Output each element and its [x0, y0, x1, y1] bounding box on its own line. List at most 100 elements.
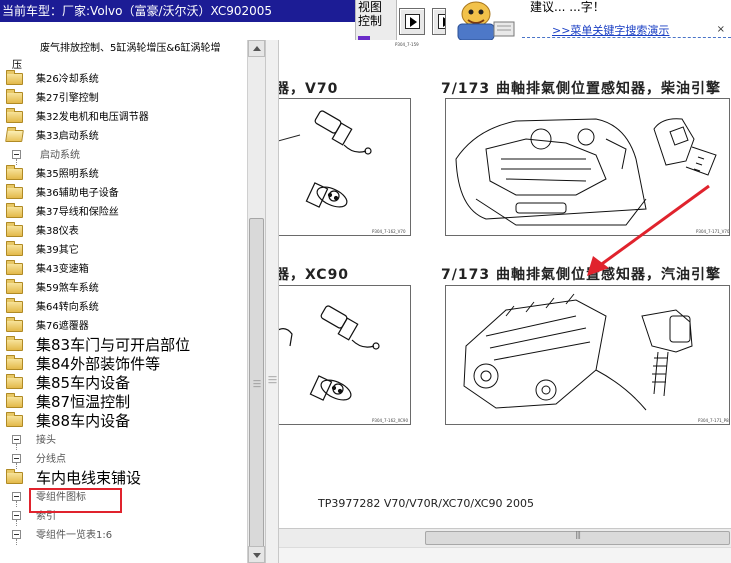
tree-item[interactable]: 集59煞车系统	[0, 279, 247, 298]
tree-item[interactable]: 集33启动系统	[0, 127, 247, 146]
figure-caption: P304_7-171_P8	[698, 418, 729, 423]
tree-item-label: 集84外部装饰件等	[36, 355, 161, 373]
section-heading: 7/173 曲軸排氣側位置感知器，柴油引擎	[441, 81, 721, 97]
last-page-button[interactable]	[432, 8, 446, 35]
tree-item[interactable]: 集37导线和保险丝	[0, 203, 247, 222]
tree-item-label: 集35照明系统	[36, 169, 99, 180]
next-page-icon	[405, 14, 420, 29]
tree-item[interactable]: 集85车内设备	[0, 374, 247, 393]
top-bar: 当前车型：厂家:Volvo（富豪/沃尔沃）XC902005 视图 控制 建议..…	[0, 0, 731, 40]
tree-item[interactable]: 集64转向系统	[0, 298, 247, 317]
tree-item[interactable]: 集39其它	[0, 241, 247, 260]
scroll-thumb[interactable]: — — —	[249, 218, 264, 548]
folder-icon	[6, 222, 23, 237]
section-heading: 器，XC90	[279, 267, 350, 283]
tree-item-label: 集83车门与可开启部位	[36, 336, 191, 354]
scroll-down-button[interactable]	[248, 546, 265, 563]
tree-item[interactable]: 集32发电机和电压调节器	[0, 108, 247, 127]
tree-item[interactable]: 集43变速箱	[0, 260, 247, 279]
tree-item-label: 集43变速箱	[36, 264, 89, 275]
tree-item[interactable]: 集83车门与可开启部位	[0, 336, 247, 355]
tree-item[interactable]: 集27引擎控制	[0, 89, 247, 108]
tree-item-label: 集27引擎控制	[36, 93, 99, 104]
section-heading: 器，V70	[279, 81, 339, 97]
folder-open-icon	[5, 130, 24, 142]
tree-item-label: 集36辅助电子设备	[36, 188, 119, 199]
tree-item-label: 集87恒温控制	[36, 393, 131, 411]
folder-icon	[6, 374, 23, 389]
figure-caption: P304_7-162_XC90	[372, 418, 409, 423]
tree-item-label: 废气排放控制、5缸涡轮增压&6缸涡轮增	[40, 43, 221, 54]
tree-item[interactable]: 分线点	[0, 450, 247, 469]
tree-item-label: 集26冷却系统	[36, 74, 99, 85]
tree-item-label: 分线点	[36, 454, 66, 465]
status-strip	[279, 547, 731, 563]
tree-node-icon[interactable]	[12, 492, 21, 501]
folder-icon	[6, 89, 23, 104]
scroll-up-button[interactable]	[248, 40, 265, 57]
tree-item-label: 集33启动系统	[36, 131, 99, 142]
tree-item-label: 车内电线束铺设	[36, 469, 142, 487]
tree-node-icon[interactable]	[12, 454, 21, 463]
folder-icon	[6, 336, 23, 351]
tree-item[interactable]: 集36辅助电子设备	[0, 184, 247, 203]
sensor-figure-v70: P304_7-162_V70	[279, 98, 411, 236]
tree-item-label-wrap: 压	[12, 60, 22, 71]
tree-item[interactable]: 集88车内设备	[0, 412, 247, 431]
tree-node-icon[interactable]	[12, 150, 21, 159]
tree-item-emission-control[interactable]: 废气排放控制、5缸涡轮增压&6缸涡轮增 压	[0, 40, 247, 71]
folder-icon	[6, 469, 23, 484]
sensor-drawing	[279, 305, 380, 401]
tree-item[interactable]: 集87恒温控制	[0, 393, 247, 412]
document-footer: TP3977282 V70/V70R/XC70/XC90 2005	[318, 497, 534, 510]
tree-node-icon[interactable]	[12, 530, 21, 539]
view-control-label-2: 控制	[358, 14, 383, 28]
tree-item-label: 接头	[36, 435, 56, 446]
document-horizontal-scrollbar[interactable]: |||	[279, 528, 731, 547]
petrol-engine-figure: P304_7-171_P8	[445, 285, 730, 425]
tree-item-label: 集88车内设备	[36, 412, 131, 430]
tree-node-icon[interactable]	[12, 435, 21, 444]
mascot-icon	[446, 0, 522, 40]
window-title: 当前车型：厂家:Volvo（富豪/沃尔沃）XC902005	[0, 0, 355, 22]
sensor-figure-xc90: P304_7-162_XC90	[279, 285, 411, 425]
tree-item-label: 集38仪表	[36, 226, 79, 237]
document-view[interactable]: P304_7-159 器，V70 7/173 曲軸排氣側位置感知器，柴油引擎 器…	[279, 40, 731, 528]
last-page-icon	[438, 14, 445, 29]
view-control-button[interactable]: 视图 控制	[355, 0, 397, 40]
tree-vertical-scrollbar[interactable]: — — —	[247, 40, 265, 563]
figure-caption: P304_7-162_V70	[372, 229, 406, 234]
folder-icon	[6, 412, 23, 427]
folder-icon	[6, 355, 23, 370]
folder-icon	[6, 203, 23, 218]
folder-icon	[6, 260, 23, 275]
keyword-search-demo-link[interactable]: >>菜单关键字搜索演示	[552, 22, 669, 38]
tree-item[interactable]: 集35照明系统	[0, 165, 247, 184]
tree-item-label: 集37导线和保险丝	[36, 207, 119, 218]
tree-item-label: 集39其它	[36, 245, 79, 256]
tree-item[interactable]: 启动系统	[0, 146, 247, 165]
tree-item-label: 集64转向系统	[36, 302, 99, 313]
close-icon[interactable]: ×	[717, 24, 725, 35]
tree-item[interactable]: 集84外部装饰件等	[0, 355, 247, 374]
tree-item-label: 集32发电机和电压调节器	[36, 112, 149, 123]
tree-item[interactable]: 接头	[0, 431, 247, 450]
tree-item[interactable]: 集26冷却系统	[0, 70, 247, 89]
tree-item[interactable]: 零组件一览表1:6	[0, 526, 247, 545]
tree-item[interactable]: 车内电线束铺设	[0, 469, 247, 488]
tree-item[interactable]: 集76遮覆器	[0, 317, 247, 336]
next-page-button[interactable]	[399, 8, 425, 35]
help-divider	[522, 37, 731, 38]
pane-splitter[interactable]: — — —	[265, 40, 279, 563]
help-text: 建议... ...字！	[530, 0, 605, 14]
view-control-label-1: 视图	[358, 0, 383, 14]
tree-item-label: 集85车内设备	[36, 374, 131, 392]
tree-item-label: 零组件一览表1:6	[36, 530, 113, 541]
folder-icon	[6, 317, 23, 332]
sensor-drawing	[279, 110, 372, 208]
folder-icon	[6, 298, 23, 313]
component-tree[interactable]: 废气排放控制、5缸涡轮增压&6缸涡轮增 压 集26冷却系统 集27引擎控制集32发…	[0, 40, 247, 563]
tree-node-icon[interactable]	[12, 511, 21, 520]
tree-item[interactable]: 集38仪表	[0, 222, 247, 241]
folder-icon	[6, 184, 23, 199]
